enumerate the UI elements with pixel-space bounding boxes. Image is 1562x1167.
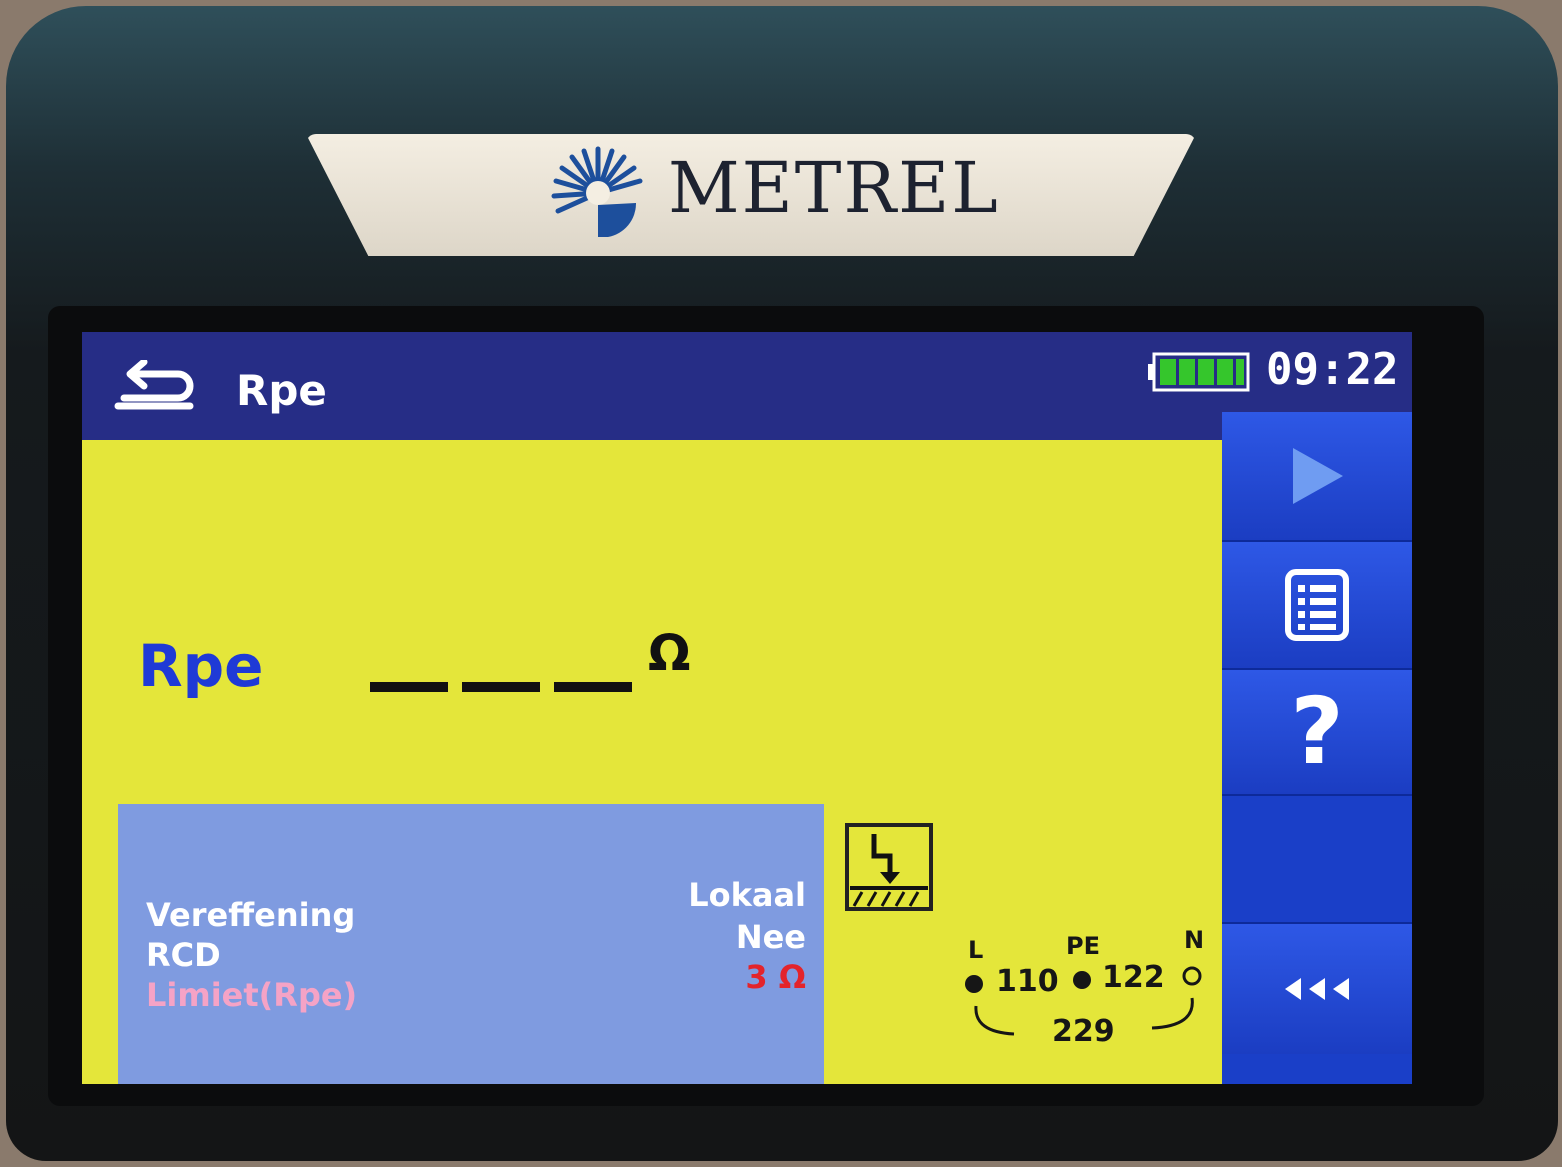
result-placeholder-dashes — [370, 682, 632, 692]
terminal-l-dot — [965, 975, 983, 993]
clock-time: 09:22 — [1266, 344, 1399, 395]
param-name-rcd: RCD — [146, 936, 221, 974]
options-button[interactable] — [1222, 924, 1412, 1054]
earth-symbol-icon — [845, 823, 933, 911]
memory-button[interactable] — [1222, 542, 1412, 670]
help-icon: ? — [1290, 678, 1344, 785]
voltage-l-n: 229 — [1052, 1014, 1115, 1049]
result-label: Rpe — [138, 632, 264, 700]
empty-side-slot — [1222, 796, 1412, 924]
help-button[interactable]: ? — [1222, 670, 1412, 796]
param-value-equalization: Lokaal — [688, 876, 806, 914]
play-icon — [1293, 448, 1343, 504]
function-sidebar: ? — [1222, 412, 1412, 1084]
title-bar: Rpe 09:22 — [82, 332, 1412, 440]
param-name-limit: Limiet(Rpe) — [146, 976, 358, 1014]
battery-full-icon — [1148, 352, 1250, 392]
list-icon — [1285, 569, 1349, 641]
page-title: Rpe — [236, 366, 327, 415]
result-unit: Ω — [648, 624, 691, 682]
instrument-screen: Rpe 09:22 Rpe Ω Vereffening Lokaal RCD N… — [82, 332, 1412, 1084]
param-name-equalization: Vereffening — [146, 896, 356, 934]
terminal-voltage-diagram: L PE N 110 122 229 — [952, 922, 1222, 1052]
param-value-limit: 3 Ω — [745, 958, 806, 996]
parameters-panel[interactable]: Vereffening Lokaal RCD Nee Limiet(Rpe) 3… — [118, 804, 824, 1084]
terminal-l-label: L — [968, 936, 984, 964]
param-value-rcd: Nee — [735, 918, 806, 956]
voltage-pe-n: 122 — [1102, 960, 1165, 995]
back-arrow-icon[interactable] — [114, 360, 194, 420]
terminal-n-dot — [1182, 966, 1202, 986]
triple-arrow-left-icon — [1285, 978, 1349, 1000]
voltage-l-pe: 110 — [996, 964, 1059, 999]
terminal-n-label: N — [1184, 926, 1205, 954]
terminal-pe-label: PE — [1066, 932, 1100, 960]
brand-name: METREL — [668, 147, 1000, 229]
terminal-pe-dot — [1073, 971, 1091, 989]
metrel-logo-icon — [551, 146, 643, 237]
start-test-button[interactable] — [1222, 412, 1412, 542]
